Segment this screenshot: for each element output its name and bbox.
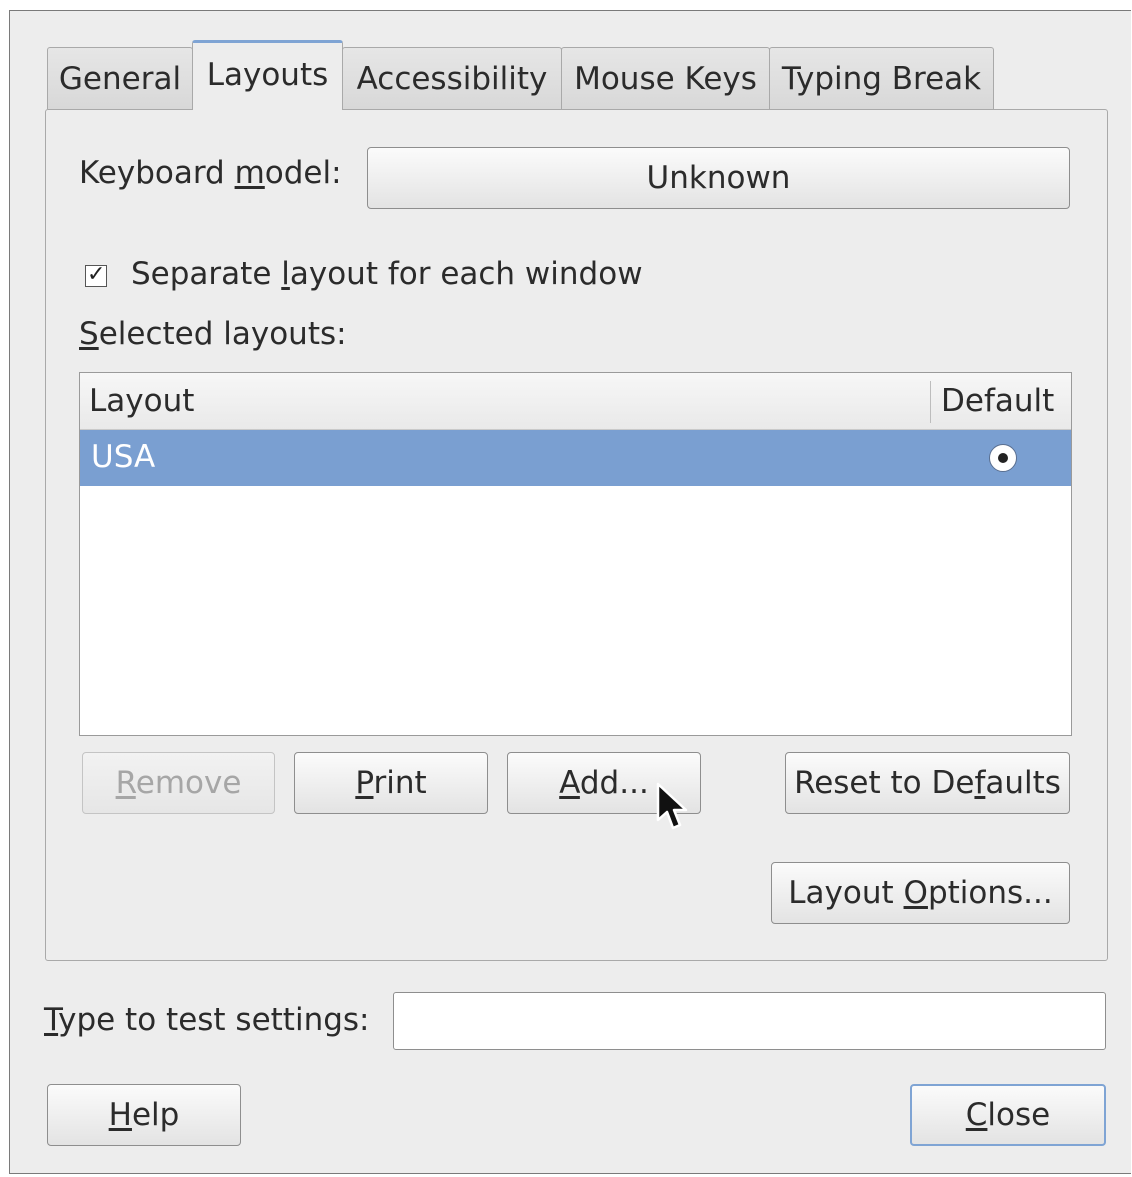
mouse-pointer-icon <box>656 782 688 830</box>
selected-layouts-label: Selected layouts: <box>79 316 347 352</box>
tab-typing-break[interactable]: Typing Break <box>769 47 994 109</box>
column-divider <box>930 381 931 423</box>
default-radio-button[interactable] <box>989 444 1017 472</box>
tab-mouse-keys[interactable]: Mouse Keys <box>561 47 770 109</box>
test-settings-input[interactable] <box>393 992 1106 1050</box>
tab-layouts[interactable]: Layouts <box>192 40 343 110</box>
layout-name-cell: USA <box>91 439 156 475</box>
print-button[interactable]: Print <box>294 752 488 814</box>
layout-options-button[interactable]: Layout Options... <box>771 862 1070 924</box>
tab-general[interactable]: General <box>47 47 193 109</box>
remove-button[interactable]: Remove <box>82 752 275 814</box>
layouts-list[interactable]: Layout Default USA <box>79 372 1072 736</box>
table-row[interactable]: USA <box>80 430 1071 486</box>
help-button[interactable]: Help <box>47 1084 241 1146</box>
keyboard-model-label: Keyboard model: <box>79 155 342 191</box>
test-settings-label: Type to test settings: <box>44 1002 370 1038</box>
close-button[interactable]: Close <box>910 1084 1106 1146</box>
column-header-layout[interactable]: Layout <box>89 383 194 419</box>
list-header: Layout Default <box>80 373 1071 430</box>
separate-layout-checkbox[interactable]: ✓ <box>85 262 107 287</box>
separate-layout-label[interactable]: Separate layout for each window <box>131 256 643 292</box>
reset-to-defaults-button[interactable]: Reset to Defaults <box>785 752 1070 814</box>
check-icon: ✓ <box>87 262 106 287</box>
keyboard-model-button[interactable]: Unknown <box>367 147 1070 209</box>
column-header-default[interactable]: Default <box>941 383 1054 419</box>
tab-accessibility[interactable]: Accessibility <box>342 47 562 109</box>
